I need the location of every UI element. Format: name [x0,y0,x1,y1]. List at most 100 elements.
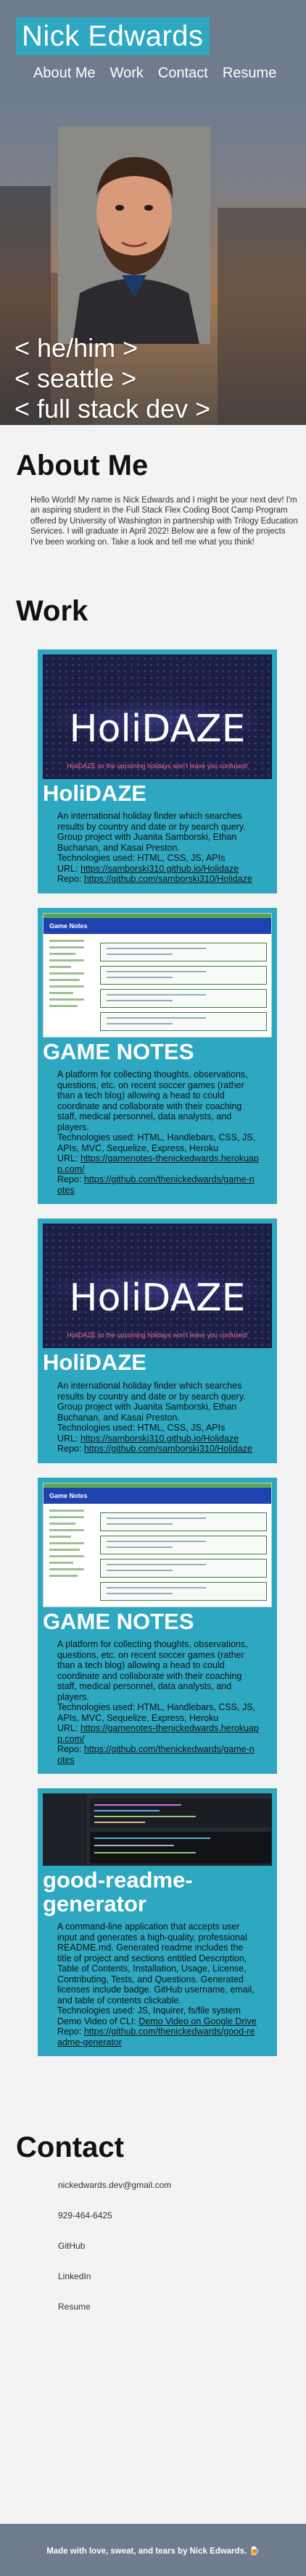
project-card: HoliDAZE HoliDAZE so the upcoming holida… [38,1218,277,1463]
project-repo-link[interactable]: https://github.com/thenickedwards/game-n… [57,1744,255,1765]
nav-work[interactable]: Work [110,65,144,82]
project-description: An international holiday finder which se… [43,1381,272,1455]
contact-list: nickedwards.dev@gmail.com 929-464-6425 G… [58,2180,306,2312]
terminal-pane [90,1832,271,1864]
contact-phone-link[interactable]: 929-464-6425 [58,2210,112,2221]
project-summary: A platform for collecting thoughts, obse… [57,1069,248,1132]
project-summary: An international holiday finder which se… [57,1381,246,1423]
project-screenshot[interactable]: HoliDAZE HoliDAZE so the upcoming holida… [43,1224,272,1349]
contact-item: Resume [58,2302,306,2312]
note-card [100,988,267,1008]
note-card [100,942,267,961]
nav-resume[interactable]: Resume [223,65,276,82]
note-card [100,965,267,985]
project-tech: Technologies used: HTML, CSS, JS, APIs [57,853,226,864]
site-header: Nick Edwards About Me Work Contact Resum… [0,0,306,105]
project-name: GAME NOTES [43,1038,194,1064]
project-name: GAME NOTES [43,1608,194,1634]
project-summary: A command-line application that accepts … [57,1922,255,2005]
background-building [218,208,306,425]
editor-pane [90,1798,271,1828]
project-repo-row: Repo: https://github.com/thenickedwards/… [57,2026,259,2047]
project-url-label: URL: [57,1153,78,1164]
screenshot-title: HoliDAZE [69,707,246,751]
project-description: An international holiday finder which se… [43,811,272,885]
portrait-photo [58,127,210,344]
project-card: good-readme-generator A command-line app… [38,1788,277,2057]
nav-contact[interactable]: Contact [158,65,208,82]
contact-email-link[interactable]: nickedwards.dev@gmail.com [58,2180,171,2190]
about-section: About Me Hello World! My name is Nick Ed… [0,425,306,547]
site-brand[interactable]: Nick Edwards [16,17,210,55]
contact-item: LinkedIn [58,2271,306,2281]
site-footer: Made with love, sweat, and tears by Nick… [0,2524,306,2576]
project-name: good-readme-generator [43,1867,193,1916]
project-url-label: URL: [57,1723,78,1734]
editor-sidebar [44,1794,87,1866]
hero-line-location: < seattle > [15,363,137,393]
note-card [100,1581,267,1601]
project-url-row: URL: https://samborski310.github.io/Holi… [57,864,259,875]
project-tech: Technologies used: JS, Inquirer, fs/file… [57,2005,241,2016]
project-repo-link[interactable]: https://github.com/samborski310/Holidaze [84,874,252,884]
main-nav: About Me Work Contact Resume [16,65,306,82]
screenshot-sidebar [49,1509,93,1581]
contact-section: Contact nickedwards.dev@gmail.com 929-46… [0,2071,306,2312]
project-card: Game Notes GAME NOTES A platform for col… [38,907,277,1205]
screenshot-sidebar [49,939,93,1011]
project-tech: Technologies used: HTML, CSS, JS, APIs [57,1423,226,1434]
project-url-link[interactable]: https://gamenotes-thenickedwards.herokua… [57,1723,259,1744]
contact-resume-link[interactable]: Resume [58,2302,91,2312]
screenshot-navbar: Game Notes [44,1487,271,1504]
project-repo-row: Repo: https://github.com/thenickedwards/… [57,1744,259,1765]
project-card: Game Notes GAME NOTES A platform for col… [38,1477,277,1775]
project-description: A command-line application that accepts … [43,1922,272,2047]
nav-about-me[interactable]: About Me [33,65,96,82]
project-url-link[interactable]: Demo Video on Google Drive [138,2016,256,2026]
project-repo-link[interactable]: https://github.com/thenickedwards/game-n… [57,1174,255,1195]
contact-item: GitHub [58,2241,306,2251]
project-description: A platform for collecting thoughts, obse… [43,1639,272,1765]
project-screenshot[interactable] [43,1793,272,1866]
note-card [100,1011,267,1031]
project-url-row: URL: https://samborski310.github.io/Holi… [57,1434,259,1444]
work-section: Work HoliDAZE HoliDAZE so the upcoming h… [0,547,306,2057]
project-name: HoliDAZE [43,780,146,806]
project-summary: An international holiday finder which se… [57,811,246,853]
screenshot-navbar: Game Notes [44,917,271,934]
project-repo-label: Repo: [57,874,82,885]
hero-banner: < he/him > < seattle > < full stack dev … [0,105,306,425]
hero-tagline: < he/him > < seattle > < full stack dev … [15,333,210,424]
project-url-row: URL: https://gamenotes-thenickedwards.he… [57,1153,259,1174]
project-repo-row: Repo: https://github.com/samborski310/Ho… [57,874,259,885]
about-text: Hello World! My name is Nick Edwards and… [30,496,298,547]
hero-line-role: < full stack dev > [15,393,211,424]
project-url-link[interactable]: https://samborski310.github.io/Holidaze [80,864,239,874]
project-url-link[interactable]: https://samborski310.github.io/Holidaze [80,1434,239,1444]
project-name: HoliDAZE [43,1350,146,1376]
about-title: About Me [16,450,149,481]
project-repo-row: Repo: https://github.com/samborski310/Ho… [57,1444,259,1455]
project-url-label: URL: [57,1433,78,1444]
project-url-link[interactable]: https://gamenotes-thenickedwards.herokua… [57,1153,259,1174]
contact-item: nickedwards.dev@gmail.com [58,2180,306,2190]
contact-item: 929-464-6425 [58,2210,306,2221]
project-repo-link[interactable]: https://github.com/samborski310/Holidaze [84,1444,252,1454]
screenshot-subtitle: HoliDAZE so the upcoming holidays won't … [67,1331,248,1339]
hero-line-pronouns: < he/him > [15,333,138,363]
project-card: HoliDAZE HoliDAZE so the upcoming holida… [38,649,277,893]
note-card [100,1535,267,1554]
project-repo-label: Repo: [57,1444,82,1455]
project-screenshot[interactable]: HoliDAZE HoliDAZE so the upcoming holida… [43,654,272,779]
project-summary: A platform for collecting thoughts, obse… [57,1639,248,1702]
project-url-label: Demo Video of CLI: [57,2016,136,2026]
contact-linkedin-link[interactable]: LinkedIn [58,2271,91,2281]
project-screenshot[interactable]: Game Notes [43,1482,272,1607]
project-tech: Technologies used: HTML, Handlebars, CSS… [57,1132,256,1153]
contact-github-link[interactable]: GitHub [58,2241,85,2251]
project-repo-link[interactable]: https://github.com/thenickedwards/good-r… [57,2026,255,2047]
project-repo-label: Repo: [57,1744,82,1755]
project-screenshot[interactable]: Game Notes [43,912,272,1037]
footer-text: Made with love, sweat, and tears by Nick… [46,2547,260,2556]
screenshot-subtitle: HoliDAZE so the upcoming holidays won't … [67,762,248,770]
